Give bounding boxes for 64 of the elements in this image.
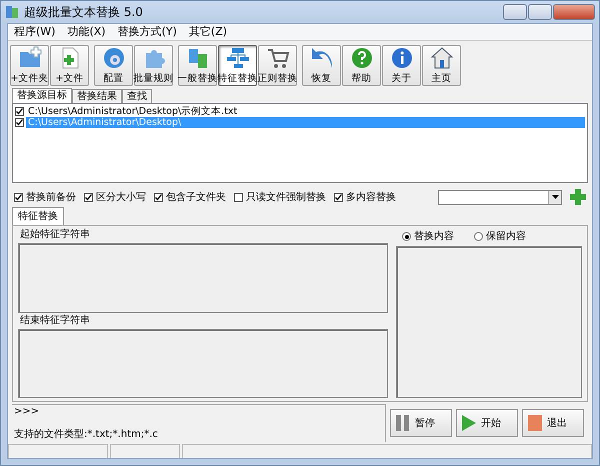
checkbox[interactable]: [334, 192, 343, 202]
radio-label[interactable]: 替换内容: [414, 229, 454, 244]
toolbar-button[interactable]: 恢复: [302, 45, 341, 86]
status-bar-panel: [110, 444, 180, 458]
radio-button[interactable]: [474, 232, 483, 241]
tab[interactable]: 替换结果: [72, 89, 122, 103]
close-button[interactable]: [553, 4, 595, 20]
maximize-button[interactable]: [528, 4, 552, 20]
window-title: 超级批量文本替换 5.0: [24, 4, 143, 21]
radio-label[interactable]: 保留内容: [486, 229, 526, 244]
mode-tab[interactable]: 特征替换: [12, 207, 64, 225]
checkbox-label[interactable]: 区分大小写: [96, 190, 146, 204]
toolbar-button[interactable]: 关于: [382, 45, 421, 86]
checkbox[interactable]: [15, 107, 24, 116]
home-icon: [430, 46, 454, 70]
network-icon: [226, 46, 250, 70]
toolbar-button[interactable]: 批量规则: [134, 45, 173, 86]
undo-icon: [310, 46, 334, 70]
checkbox[interactable]: [84, 192, 93, 202]
menu-item[interactable]: 程序(W): [8, 24, 62, 40]
minimize-button[interactable]: [503, 4, 527, 20]
cart-icon: [266, 46, 290, 70]
checkbox[interactable]: [234, 192, 243, 202]
folder-icon: [18, 46, 42, 70]
log-text: >>>: [14, 406, 40, 418]
toolbar-button[interactable]: 主页: [422, 45, 461, 86]
field-label: 起始特征字符串: [19, 229, 91, 241]
play-button[interactable]: 开始: [456, 409, 518, 437]
checkbox-label[interactable]: 替换前备份: [26, 190, 76, 204]
radio-button[interactable]: [402, 232, 411, 241]
info-icon: [390, 46, 414, 70]
content-field[interactable]: [396, 246, 582, 398]
supported-types-text: 支持的文件类型:*.txt;*.htm;*.c: [14, 429, 159, 441]
toolbar-button[interactable]: 正则替换: [258, 45, 297, 86]
pause-button[interactable]: 暂停: [390, 409, 452, 437]
toolbar-button[interactable]: 一般替换: [178, 45, 217, 86]
help-icon: [350, 46, 374, 70]
exit-icon: [527, 414, 543, 432]
checkbox[interactable]: [15, 118, 24, 127]
checkbox-label[interactable]: 包含子文件夹: [166, 190, 226, 204]
app-icon: [5, 5, 19, 19]
tab[interactable]: 替换源目标: [12, 88, 72, 103]
toolbar-button[interactable]: +文件夹: [10, 45, 49, 86]
play-icon: [461, 414, 477, 432]
checkbox[interactable]: [154, 192, 163, 202]
field-label: 结束特征字符串: [19, 314, 91, 326]
menu-item[interactable]: 功能(X): [61, 24, 112, 40]
exit-button[interactable]: 退出: [522, 409, 584, 437]
menu-item[interactable]: 其它(Z): [182, 24, 234, 40]
dropdown-field[interactable]: [438, 190, 562, 204]
list-item[interactable]: C:\Users\Administrator\Desktop\示例文本.txt: [26, 106, 585, 117]
checkbox[interactable]: [14, 192, 23, 202]
caret-icon: [552, 195, 558, 199]
menu-item[interactable]: 替换方式(Y): [112, 24, 183, 40]
tab[interactable]: 查找: [122, 89, 152, 103]
add-icon[interactable]: [570, 189, 586, 205]
checkbox-label[interactable]: 多内容替换: [346, 190, 396, 204]
start-string-field[interactable]: [18, 243, 388, 312]
toolbar-button[interactable]: 帮助: [342, 45, 381, 86]
end-string-field[interactable]: [18, 328, 388, 398]
toolbar-button[interactable]: 配置: [94, 45, 133, 86]
checkbox-label[interactable]: 只读文件强制替换: [246, 190, 326, 204]
pause-icon: [395, 414, 411, 432]
toolbar-button[interactable]: +文件: [50, 45, 89, 86]
